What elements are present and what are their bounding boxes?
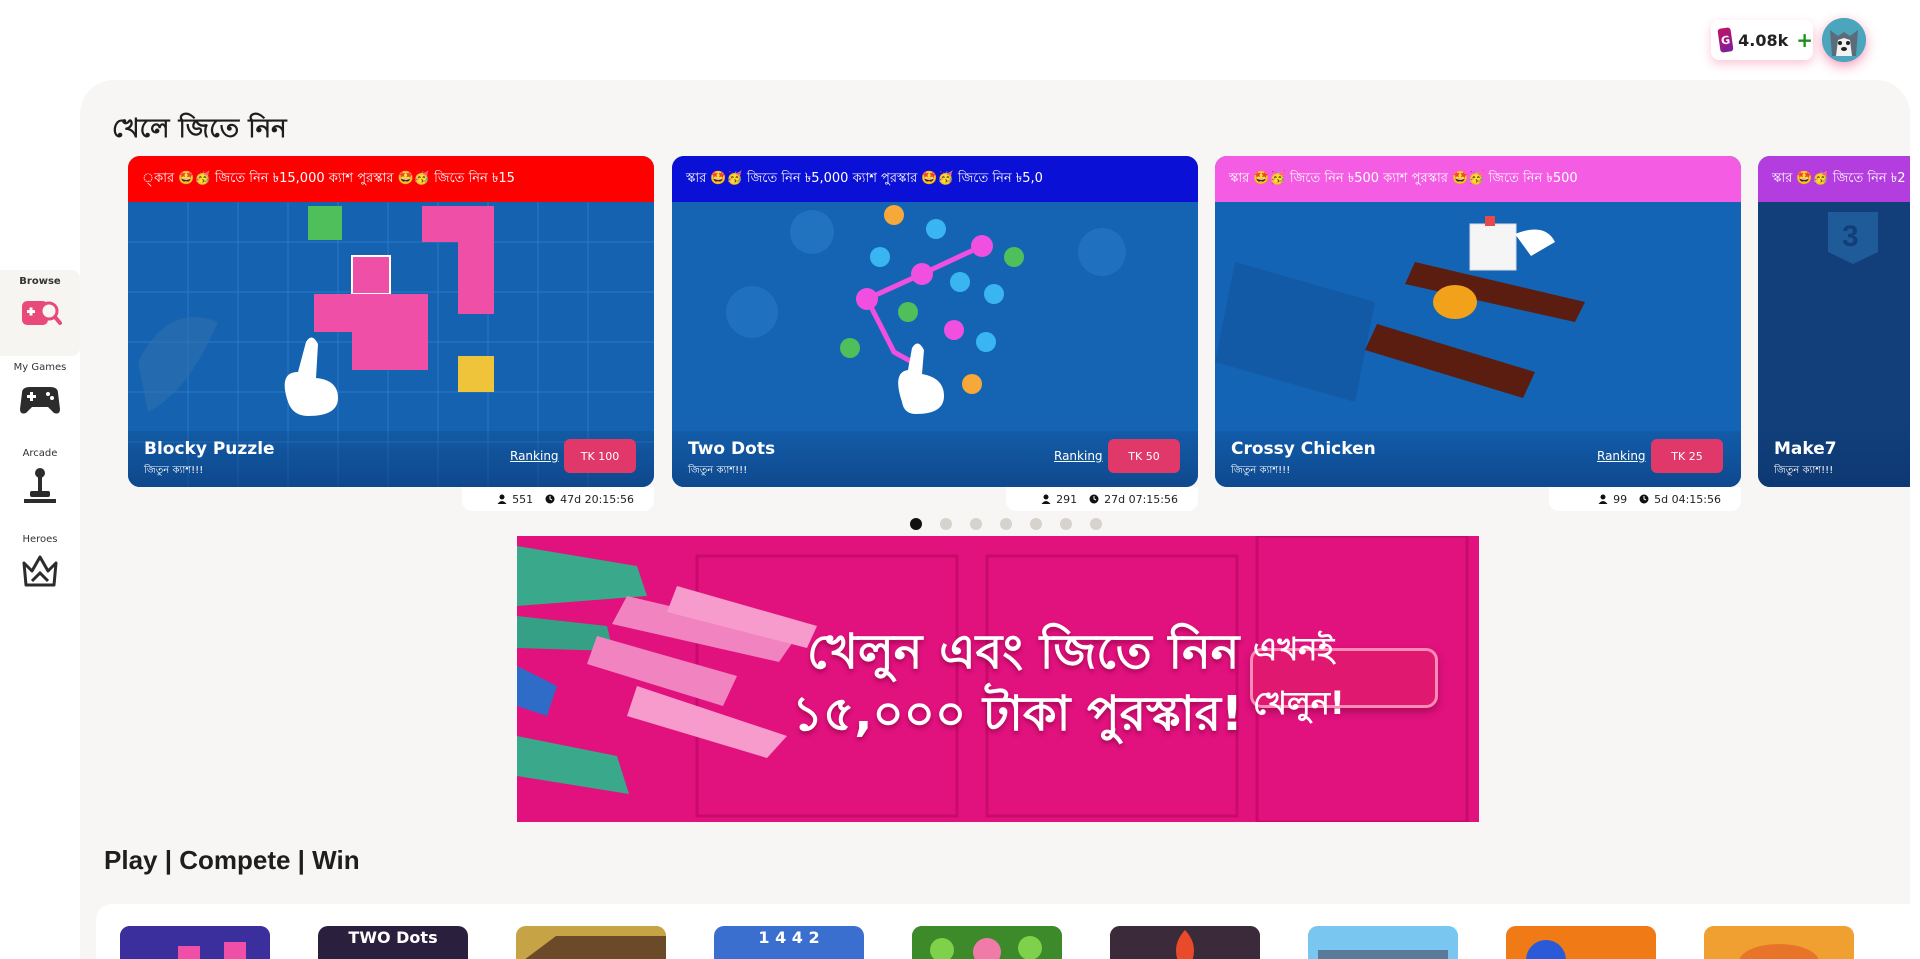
game-name: Make7 <box>1774 439 1837 459</box>
husky-avatar-icon <box>1822 18 1866 62</box>
monsters-thumb-icon <box>912 926 1062 959</box>
game-thumb[interactable]: TWO Dots <box>318 926 468 959</box>
game-thumb[interactable] <box>1308 926 1458 959</box>
tournament-card-crossy-chicken[interactable]: স্কার 🤩🥳 জিতে নিন ৳500 ক্যাশ পুরস্কার 🤩🥳… <box>1215 156 1741 512</box>
coin-icon: G <box>1717 27 1734 53</box>
sidebar-item-label: Browse <box>19 276 61 287</box>
tournament-card-make7[interactable]: স্কার 🤩🥳 জিতে নিন ৳2 3 Make7 জিতুন ক্যাশ… <box>1758 156 1910 512</box>
card-stats: 291 27d 07:15:56 <box>1006 487 1198 511</box>
sidebar-item-heroes[interactable]: Heroes <box>0 528 80 614</box>
game-thumb[interactable]: 1 4 4 2 <box>714 926 864 959</box>
game-thumb[interactable] <box>1506 926 1656 959</box>
time-remaining: 47d 20:15:56 <box>560 492 634 506</box>
carousel-dot[interactable] <box>1030 518 1042 530</box>
tournaments-title: খেলে জিতে নিন <box>112 114 287 144</box>
add-coins-button[interactable]: + <box>1796 28 1813 52</box>
coin-value: 4.08k <box>1738 30 1789 50</box>
game-subtitle: জিতুন ক্যাশ!!! <box>688 465 748 476</box>
fire-thumb-icon <box>1110 926 1260 959</box>
game-thumb[interactable] <box>516 926 666 959</box>
game-thumb[interactable] <box>120 926 270 959</box>
play-now-button[interactable]: এখনই খেলুন! <box>1250 630 1438 722</box>
runner-thumb-icon <box>516 926 666 959</box>
clock-icon <box>1089 494 1099 504</box>
user-icon <box>1041 494 1051 504</box>
ticker-text: স্কার 🤩🥳 জিতে নিন ৳2 <box>1758 156 1910 202</box>
sidebar-item-label: Heroes <box>22 534 58 545</box>
games-section-title: Play | Compete | Win <box>104 845 360 875</box>
game-thumb[interactable] <box>1110 926 1260 959</box>
prize-button[interactable]: TK 100 <box>564 439 636 473</box>
clock-icon <box>545 494 555 504</box>
coin-balance[interactable]: G 4.08k + <box>1711 20 1813 60</box>
card-stats: 551 47d 20:15:56 <box>462 487 654 511</box>
main-panel: খেলে জিতে নিন ্কার 🤩🥳 জিতে নিন ৳15,000 ক… <box>80 80 1910 959</box>
ticker-text: স্কার 🤩🥳 জিতে নিন ৳5,000 ক্যাশ পুরস্কার … <box>672 156 1198 202</box>
time-remaining: 27d 07:15:56 <box>1104 492 1178 506</box>
ranking-link[interactable]: Ranking <box>1597 449 1646 463</box>
burger-thumb-icon <box>1704 926 1854 959</box>
user-icon <box>1598 494 1608 504</box>
game-thumb-label: TWO Dots <box>348 928 438 947</box>
carousel-dot[interactable] <box>1090 518 1102 530</box>
gamepad-icon <box>20 387 60 414</box>
game-thumb[interactable] <box>1704 926 1854 959</box>
sidebar-item-browse[interactable]: Browse <box>0 270 80 356</box>
game-subtitle: জিতুন ক্যাশ!!! <box>144 465 204 476</box>
joystick-icon <box>24 468 56 503</box>
players-count: 291 <box>1056 492 1078 506</box>
game-name: Two Dots <box>688 439 776 459</box>
blocky-puzzle-thumb-icon <box>120 926 270 959</box>
top-bar: G 4.08k + <box>0 0 1920 80</box>
time-remaining: 5d 04:15:56 <box>1654 492 1721 506</box>
ticker-text: ্কার 🤩🥳 জিতে নিন ৳15,000 ক্যাশ পুরস্কার … <box>128 156 654 202</box>
ranking-link[interactable]: Ranking <box>1054 449 1103 463</box>
game-thumb[interactable] <box>912 926 1062 959</box>
game-subtitle: জিতুন ক্যাশ!!! <box>1231 465 1291 476</box>
carousel-dot[interactable] <box>1000 518 1012 530</box>
banner-subheadline: ১৫,০০০ টাকা পুরস্কার! <box>792 686 1243 742</box>
sidebar-item-my-games[interactable]: My Games <box>0 356 80 442</box>
game-thumb-label: 1 4 4 2 <box>758 928 820 947</box>
sidebar-item-label: Arcade <box>22 448 58 459</box>
players-count: 99 <box>1613 492 1628 506</box>
games-grid: TWO Dots 1 4 4 2 <box>96 904 1910 959</box>
avatar[interactable] <box>1822 18 1866 62</box>
promo-banner[interactable]: খেলুন এবং জিতে নিন ১৫,০০০ টাকা পুরস্কার!… <box>517 536 1479 822</box>
sky-thumb-icon <box>1308 926 1458 959</box>
game-name: Blocky Puzzle <box>144 439 275 459</box>
tournament-card-blocky-puzzle[interactable]: ্কার 🤩🥳 জিতে নিন ৳15,000 ক্যাশ পুরস্কার … <box>128 156 654 512</box>
game-name: Crossy Chicken <box>1231 439 1376 459</box>
game-subtitle: জিতুন ক্যাশ!!! <box>1774 465 1834 476</box>
carousel-dot[interactable] <box>970 518 982 530</box>
user-icon <box>497 494 507 504</box>
carousel-dot[interactable] <box>910 518 922 530</box>
svg-text:3: 3 <box>1842 220 1859 253</box>
crown-icon <box>22 555 58 587</box>
prize-button[interactable]: TK 50 <box>1108 439 1180 473</box>
gamepad-search-icon <box>22 301 62 325</box>
sidebar-item-label: My Games <box>13 362 67 373</box>
carousel-dot[interactable] <box>940 518 952 530</box>
tournament-card-two-dots[interactable]: স্কার 🤩🥳 জিতে নিন ৳5,000 ক্যাশ পুরস্কার … <box>672 156 1198 512</box>
ball-thumb-icon <box>1506 926 1656 959</box>
sidebar: Browse My Games Arcade Heroes <box>0 270 80 614</box>
card-stats: 99 5d 04:15:56 <box>1549 487 1741 511</box>
tournament-carousel[interactable]: ্কার 🤩🥳 জিতে নিন ৳15,000 ক্যাশ পুরস্কার … <box>128 156 1910 516</box>
ticker-text: স্কার 🤩🥳 জিতে নিন ৳500 ক্যাশ পুরস্কার 🤩🥳… <box>1215 156 1741 202</box>
players-count: 551 <box>512 492 534 506</box>
ranking-link[interactable]: Ranking <box>510 449 559 463</box>
sidebar-item-arcade[interactable]: Arcade <box>0 442 80 528</box>
carousel-pagination <box>910 518 1102 530</box>
clock-icon <box>1639 494 1649 504</box>
carousel-dot[interactable] <box>1060 518 1072 530</box>
prize-button[interactable]: TK 25 <box>1651 439 1723 473</box>
